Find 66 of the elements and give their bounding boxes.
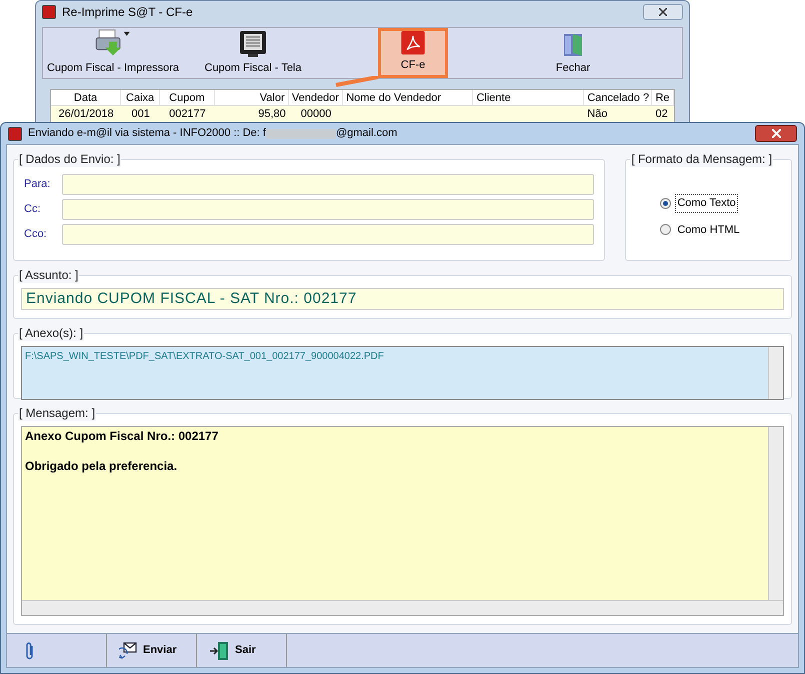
window-title-email: @gmail.com: [336, 126, 398, 142]
input-field[interactable]: [62, 199, 594, 220]
message-line: Obrigado pela preferencia.: [25, 459, 178, 474]
toolbar-button[interactable]: Cupom Fiscal - Tela: [183, 28, 323, 78]
close-button[interactable]: [755, 125, 797, 142]
field-label: Cc:: [24, 202, 42, 218]
message-field[interactable]: Anexo Cupom Fiscal Nro.: 002177 Obrigado pela preferencia.: [21, 426, 784, 616]
radio-button[interactable]: [660, 198, 672, 209]
group-title: [ Dados do Envio: ]: [18, 151, 122, 167]
table-cell-text: 26/01/2018: [58, 107, 115, 122]
toolbar-button[interactable]: CF-e: [378, 28, 448, 78]
column-header: Re: [652, 90, 674, 105]
app-icon: [42, 5, 56, 19]
window-title: Enviando e-m@il via sistema - INFO2000 :: De: f: [28, 126, 266, 142]
attachment-path: F:\SAPS_WIN_TESTE\PDF_SAT\EXTRATO-SAT_001_002177_900004022.PDF: [24, 350, 385, 364]
subject-field[interactable]: Enviando CUPOM FISCAL - SAT Nro.: 002177: [21, 288, 784, 310]
column-header: Vendedor: [288, 90, 344, 105]
table-cell-text: 002177: [168, 107, 207, 122]
radio-option[interactable]: Como Texto: [660, 194, 757, 212]
field-label: Para:: [24, 177, 52, 192]
door-icon: [562, 32, 584, 58]
table-row[interactable]: 26/01/2018 001 002177 95,80 00000 Não 02: [51, 106, 674, 122]
envelope-icon: [119, 642, 137, 660]
column-header: Cancelado ?: [584, 90, 652, 105]
radio-label: Como HTML: [676, 222, 741, 238]
monitor-icon: [239, 30, 267, 58]
attachments-field[interactable]: F:\SAPS_WIN_TESTE\PDF_SAT\EXTRATO-SAT_001_002177_900004022.PDF: [21, 346, 784, 400]
pdf-icon: [401, 31, 425, 54]
table-cell-text: 02: [654, 107, 669, 122]
toolbar-button[interactable]: Fechar: [503, 28, 643, 78]
toolbar-button[interactable]: Enviar: [107, 634, 197, 667]
scrollbar[interactable]: [768, 347, 783, 399]
toolbar-button[interactable]: Cupom Fiscal - Impressora: [43, 28, 183, 78]
column-header: Cupom: [160, 90, 215, 105]
printer-icon: [95, 28, 131, 58]
column-header: Caixa: [121, 90, 160, 105]
close-button[interactable]: [643, 4, 683, 20]
radio-option[interactable]: Como HTML: [660, 220, 757, 239]
radio-label: Como Texto: [675, 194, 738, 212]
table-cell-text: 95,80: [257, 107, 287, 122]
table-cell-text: 001: [130, 107, 151, 122]
radio-button[interactable]: [660, 224, 672, 236]
input-field[interactable]: [62, 224, 594, 245]
group-title: [ Assunto: ]: [18, 267, 80, 283]
horizontal-scrollbar[interactable]: [22, 600, 783, 615]
toolbar-button[interactable]: Sair: [197, 634, 287, 667]
exit-door-icon: [209, 640, 229, 660]
paperclip-icon: [25, 640, 35, 660]
close-icon: [772, 129, 780, 138]
window-title: Re-Imprime S@T - CF-e: [62, 4, 193, 21]
column-header: Cliente: [473, 90, 584, 105]
group-title: [ Mensagem: ]: [18, 405, 96, 421]
table-cell-text: 00000: [300, 107, 332, 122]
table-cell-text: Não: [586, 107, 608, 122]
input-field[interactable]: [62, 174, 594, 195]
redacted-block: [266, 128, 336, 138]
group-title: [ Anexo(s): ]: [18, 325, 84, 341]
column-header: Nome do Vendedor: [343, 90, 474, 105]
vertical-scrollbar[interactable]: [768, 427, 783, 600]
field-label: Cco:: [24, 227, 48, 242]
group-title: [ Formato da Mensagem: ]: [630, 151, 774, 167]
column-header: Valor: [214, 90, 289, 105]
app-icon: [8, 126, 22, 140]
close-icon: [659, 8, 667, 16]
message-line: Anexo Cupom Fiscal Nro.: 002177: [25, 429, 220, 444]
column-header: Data: [51, 90, 122, 105]
